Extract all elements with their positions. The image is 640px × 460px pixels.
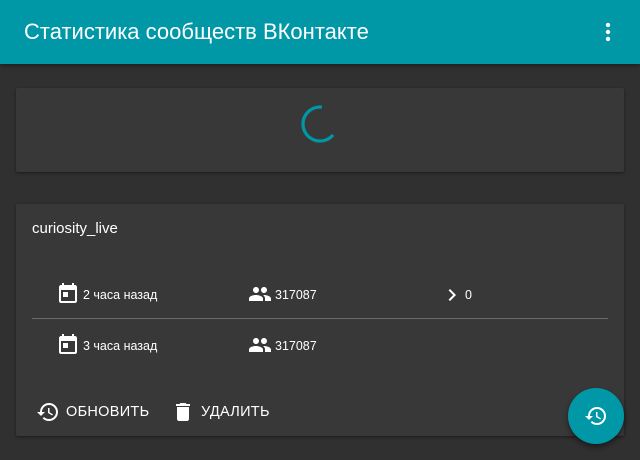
event-icon bbox=[59, 283, 77, 303]
refresh-icon bbox=[37, 403, 58, 421]
people-icon bbox=[249, 338, 271, 352]
delete-button-label: УДАЛИТЬ bbox=[201, 404, 270, 420]
delete-icon bbox=[176, 403, 190, 421]
app-title: Статистика сообществ ВКонтакте bbox=[24, 19, 369, 44]
loading-spinner-icon bbox=[301, 105, 339, 143]
stats-row: 2 часа назад 317087 0 bbox=[32, 267, 608, 319]
people-icon bbox=[249, 287, 271, 301]
stats-members: 317087 bbox=[275, 288, 317, 302]
event-icon bbox=[59, 334, 77, 354]
chevron-right-icon bbox=[448, 289, 456, 301]
refresh-icon bbox=[585, 407, 606, 425]
app-bar: Статистика сообществ ВКонтакте bbox=[0, 0, 640, 64]
stats-date: 3 часа назад bbox=[83, 339, 158, 353]
more-vert-icon bbox=[605, 22, 611, 42]
stats-change: 0 bbox=[465, 288, 472, 302]
group-name: curiosity_live bbox=[32, 220, 118, 237]
stats-date: 2 часа назад bbox=[83, 288, 158, 302]
overflow-menu-button[interactable] bbox=[592, 16, 624, 48]
stats-members: 317087 bbox=[275, 339, 317, 353]
loading-card bbox=[16, 88, 624, 172]
stats-row: 3 часа назад 317087 bbox=[32, 318, 608, 369]
refresh-button-label: ОБНОВИТЬ bbox=[66, 404, 150, 420]
group-card: curiosity_live 2 часа назад 317087 0 3 ч… bbox=[16, 204, 624, 436]
refresh-fab[interactable] bbox=[568, 388, 624, 444]
